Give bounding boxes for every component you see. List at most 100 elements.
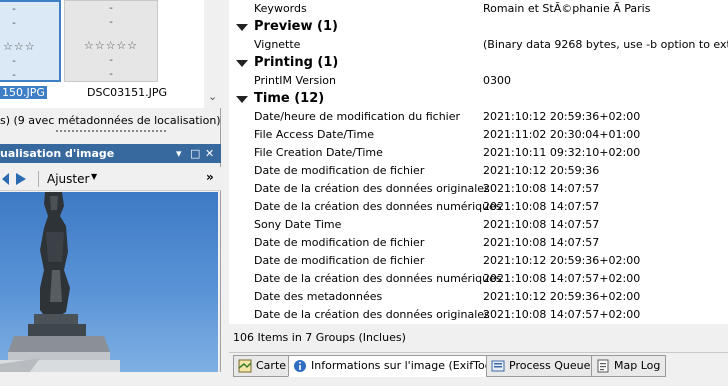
group-label: Printing (1)	[254, 55, 339, 70]
property-row[interactable]: Date de la création des données original…	[229, 180, 728, 198]
close-icon[interactable]: ✕	[205, 144, 214, 163]
property-row[interactable]: Date de la création des données original…	[229, 306, 728, 324]
chevron-down-icon[interactable]: ▼	[91, 172, 97, 181]
thumb-dash: -	[109, 69, 113, 80]
statue-photo	[0, 192, 120, 372]
property-value: 2021:10:12 20:59:36+02:00	[483, 110, 641, 123]
property-row[interactable]: Keywords Romain et StÃ©phanie Ã Paris	[229, 0, 728, 18]
property-name: Date des metadonnées	[254, 290, 383, 303]
fit-button[interactable]: Ajuster	[47, 172, 89, 186]
map-icon	[238, 359, 252, 373]
image-viewer-titlebar: ualisation d'image ▾ □ ✕	[0, 144, 221, 163]
property-name: Date/heure de modification du fichier	[254, 110, 461, 123]
thumb-dash: -	[109, 3, 113, 14]
property-row[interactable]: Date de la création des données numériqu…	[229, 270, 728, 288]
property-row[interactable]: PrintIM Version 0300	[229, 72, 728, 90]
thumb-dash: -	[12, 56, 16, 67]
property-value: 2021:10:08 14:07:57+02:00	[483, 308, 641, 321]
collapse-triangle-icon[interactable]	[236, 96, 248, 103]
collapse-triangle-icon[interactable]	[236, 24, 248, 31]
image-preview[interactable]	[0, 192, 218, 372]
property-value: 2021:11:02 20:30:04+01:00	[483, 128, 641, 141]
group-label: Preview (1)	[254, 19, 338, 34]
property-row[interactable]: Date/heure de modification du fichier 202…	[229, 108, 728, 126]
collapse-triangle-icon[interactable]	[236, 60, 248, 67]
thumbnail-filename-selected[interactable]: 150.JPG	[0, 86, 47, 99]
property-row[interactable]: Date de modification de fichier 2021:10:0…	[229, 234, 728, 252]
pin-dropdown-icon[interactable]: ▾	[176, 144, 182, 163]
thumbnail-scrollbar[interactable]: ⌄	[204, 0, 221, 108]
property-name: Date de modification de fichier	[254, 236, 425, 249]
bottom-tab-bar: Carte Informations sur l'image (ExifTool…	[229, 352, 728, 386]
property-name: Keywords	[254, 2, 307, 15]
metadata-panel: Keywords Romain et StÃ©phanie Ã Paris Prev…	[229, 0, 728, 386]
summary-text: 106 Items in 7 Groups (Inclues)	[233, 331, 406, 344]
property-row[interactable]: Vignette (Binary data 9268 bytes, use -b …	[229, 36, 728, 54]
toolbar-overflow-button[interactable]: »	[206, 170, 214, 184]
tab-carte[interactable]: Carte	[233, 355, 293, 377]
property-row[interactable]: File Creation Date/Time 2021:10:11 09:32:…	[229, 144, 728, 162]
property-value: Romain et StÃ©phanie Ã Paris	[483, 2, 651, 15]
log-icon	[597, 359, 609, 373]
property-value: 2021:10:08 14:07:57	[483, 200, 600, 213]
exif-property-list[interactable]: Keywords Romain et StÃ©phanie Ã Paris Prev…	[229, 0, 728, 324]
property-row[interactable]: Date de la création des données numériqu…	[229, 198, 728, 216]
tab-image-info-exiftool[interactable]: Informations sur l'image (ExifTool)	[288, 355, 505, 377]
thumb-dash: -	[12, 70, 16, 81]
property-name: Date de modification de fichier	[254, 164, 425, 177]
property-name: Sony Date Time	[254, 218, 342, 231]
splitter-grip[interactable]	[56, 130, 166, 136]
property-name: Date de la création des données numériqu…	[254, 200, 502, 213]
property-name: PrintIM Version	[254, 74, 336, 87]
thumbnail-filename[interactable]: DSC03151.JPG	[87, 86, 167, 99]
property-value: 2021:10:08 14:07:57	[483, 218, 600, 231]
property-name: File Access Date/Time	[254, 128, 374, 141]
restore-icon[interactable]: □	[190, 144, 200, 163]
property-row[interactable]: Date de modification de fichier 2021:10:1…	[229, 252, 728, 270]
thumbnail[interactable]: - - ☆☆☆☆☆ - -	[64, 0, 158, 82]
metadata-summary: 106 Items in 7 Groups (Inclues)	[229, 324, 728, 352]
left-pane-footer	[0, 372, 221, 386]
queue-icon	[491, 360, 505, 372]
tab-label: Process Queue	[509, 359, 591, 372]
property-value: 2021:10:08 14:07:57+02:00	[483, 272, 641, 285]
property-value: 2021:10:11 09:32:10+02:00	[483, 146, 641, 159]
info-icon	[294, 360, 306, 372]
property-name: Date de la création des données original…	[254, 308, 490, 321]
image-viewer-title: ualisation d'image	[0, 147, 115, 160]
property-name: Date de la création des données numériqu…	[254, 272, 502, 285]
property-name: File Creation Date/Time	[254, 146, 383, 159]
property-row[interactable]: Date de modification de fichier 2021:10:1…	[229, 162, 728, 180]
tab-process-queue[interactable]: Process Queue	[486, 355, 597, 377]
property-value: 0300	[483, 74, 511, 87]
group-label: Time (12)	[254, 91, 325, 106]
thumb-dash: -	[109, 55, 113, 66]
toolbar-separator	[38, 171, 39, 187]
tab-label: Informations sur l'image (ExifTool)	[311, 359, 499, 372]
property-name: Date de la création des données original…	[254, 182, 490, 195]
property-row[interactable]: Sony Date Time 2021:10:08 14:07:57	[229, 216, 728, 234]
tab-label: Carte	[256, 359, 287, 372]
property-value: (Binary data 9268 bytes, use -b option t…	[483, 38, 728, 51]
property-row[interactable]: File Access Date/Time 2021:11:02 20:30:04…	[229, 126, 728, 144]
property-row[interactable]: Date des metadonnées 2021:10:12 20:59:36+…	[229, 288, 728, 306]
thumbnail-strip[interactable]: - - ☆☆☆ - - - - ☆☆☆☆☆ - - 150.JPG DSC031…	[0, 0, 221, 108]
play-icon[interactable]	[14, 171, 30, 187]
property-value: 2021:10:12 20:59:36+02:00	[483, 254, 641, 267]
property-value: 2021:10:08 14:07:57	[483, 236, 600, 249]
thumb-dash: -	[12, 4, 16, 15]
property-value: 2021:10:12 20:59:36	[483, 164, 600, 177]
tab-map-log[interactable]: Map Log	[591, 355, 667, 377]
property-value: 2021:10:08 14:07:57	[483, 182, 600, 195]
property-name: Date de modification de fichier	[254, 254, 425, 267]
left-pane: - - ☆☆☆ - - - - ☆☆☆☆☆ - - 150.JPG DSC031…	[0, 0, 221, 386]
property-name: Vignette	[254, 38, 301, 51]
chevron-down-icon[interactable]: ⌄	[208, 90, 217, 103]
property-value: 2021:10:12 20:59:36+02:00	[483, 290, 641, 303]
rating-stars[interactable]: ☆☆☆☆☆	[65, 39, 157, 52]
thumbnail-status-text: s) (9 avec métadonnées de localisation) …	[0, 114, 221, 127]
previous-image-icon[interactable]	[0, 171, 10, 187]
thumb-dash: -	[12, 18, 16, 29]
rating-stars[interactable]: ☆☆☆	[0, 40, 59, 53]
thumbnail-selected[interactable]: - - ☆☆☆ - -	[0, 0, 61, 82]
